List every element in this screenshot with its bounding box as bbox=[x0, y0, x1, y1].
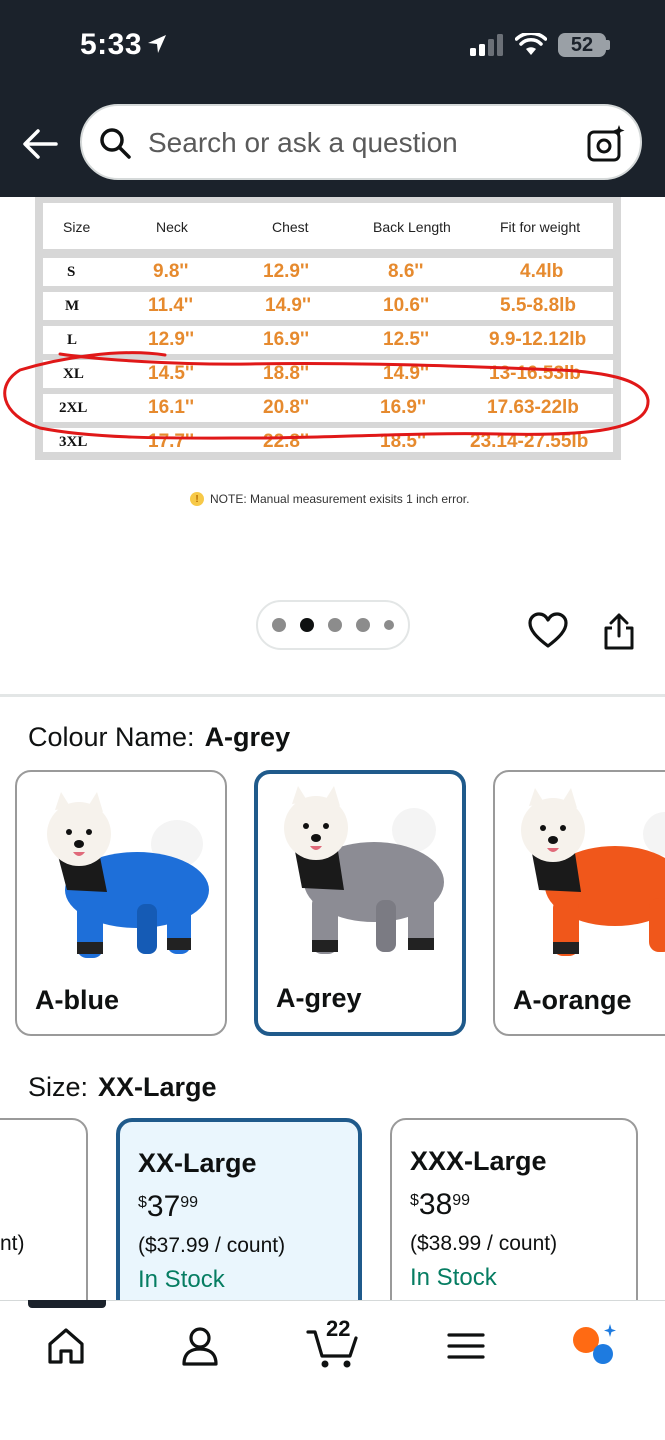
colour-option-grey[interactable]: A-grey bbox=[254, 770, 466, 1036]
size-option-price: $3799 bbox=[138, 1190, 198, 1224]
carousel-dot[interactable] bbox=[384, 620, 394, 630]
size-selector-label: Size: XX-Large bbox=[28, 1072, 217, 1103]
colour-selected-value: A-grey bbox=[204, 722, 291, 752]
colour-option-blue[interactable]: A-blue bbox=[15, 770, 227, 1036]
heart-icon[interactable] bbox=[528, 612, 568, 650]
size-option-per-count: nt) bbox=[0, 1232, 25, 1255]
image-carousel-dots[interactable] bbox=[256, 600, 410, 650]
price-currency: $ bbox=[138, 1194, 147, 1211]
price-cents: 99 bbox=[452, 1192, 471, 1209]
warning-icon: ! bbox=[190, 492, 204, 506]
size-chart-note: ! NOTE: Manual measurement exisits 1 inc… bbox=[190, 492, 469, 506]
size-option-stock: In Stock bbox=[138, 1266, 225, 1293]
share-icon[interactable] bbox=[603, 612, 635, 650]
rufus-ai-assistant-icon[interactable] bbox=[570, 1322, 618, 1370]
chart-header-cell: Size bbox=[63, 219, 91, 235]
chart-cell: 14.9'' bbox=[265, 295, 312, 316]
size-option-per-count: ($37.99 / count) bbox=[138, 1234, 286, 1257]
size-label: Size: bbox=[28, 1072, 89, 1102]
home-icon[interactable] bbox=[42, 1322, 90, 1370]
dog-coat-image bbox=[521, 788, 665, 956]
price-dollars: 37 bbox=[146, 1190, 181, 1223]
size-option-xx-large[interactable]: XX-Large $3799 ($37.99 / count) In Stock bbox=[116, 1118, 362, 1318]
chart-cell: S bbox=[67, 264, 76, 280]
search-icon bbox=[100, 128, 131, 159]
size-option-title: XXX-Large bbox=[410, 1146, 547, 1176]
price-currency: $ bbox=[410, 1192, 419, 1209]
carousel-dot[interactable] bbox=[328, 618, 342, 632]
chart-cell: 5.5-8.8lb bbox=[500, 295, 577, 316]
size-option-title: XX-Large bbox=[138, 1148, 257, 1178]
section-divider bbox=[0, 694, 665, 697]
size-option-stock: In Stock bbox=[410, 1264, 497, 1291]
carousel-dot-active[interactable] bbox=[300, 618, 314, 632]
chart-header-cell: Fit for weight bbox=[500, 219, 581, 235]
size-chart-header: Size Neck Chest Back Length Fit for weig… bbox=[43, 203, 613, 249]
chart-cell: 11.4'' bbox=[148, 295, 193, 316]
price-cents: 99 bbox=[180, 1194, 199, 1211]
chart-header-cell: Neck bbox=[156, 219, 188, 235]
size-option-price: $3899 bbox=[410, 1188, 470, 1222]
chart-header-cell: Back Length bbox=[373, 219, 451, 235]
chart-cell: 4.4lb bbox=[520, 261, 564, 282]
size-chart-row: M 11.4'' 14.9'' 10.6'' 5.5-8.8lb bbox=[43, 292, 613, 320]
colour-option-label: A-grey bbox=[276, 983, 362, 1013]
size-selected-value: XX-Large bbox=[98, 1072, 217, 1102]
size-chart-note-text: NOTE: Manual measurement exisits 1 inch … bbox=[210, 492, 470, 506]
battery-tip bbox=[606, 40, 610, 50]
carousel-dot[interactable] bbox=[272, 618, 286, 632]
chart-cell: 10.6'' bbox=[383, 295, 430, 316]
size-chart-row: S 9.8'' 12.9'' 8.6'' 4.4lb bbox=[43, 258, 613, 286]
cart-count-badge: 22 bbox=[326, 1316, 351, 1341]
size-option-partial[interactable]: nt) bbox=[0, 1118, 88, 1318]
price-dollars: 38 bbox=[418, 1188, 453, 1221]
carousel-dot[interactable] bbox=[356, 618, 370, 632]
back-arrow-icon[interactable] bbox=[20, 124, 60, 164]
size-option-xxx-large[interactable]: XXX-Large $3899 ($38.99 / count) In Stoc… bbox=[390, 1118, 638, 1318]
size-option-per-count: ($38.99 / count) bbox=[410, 1232, 558, 1255]
status-time: 5:33 bbox=[80, 28, 143, 61]
colour-option-label: A-orange bbox=[513, 985, 632, 1015]
menu-icon[interactable] bbox=[442, 1322, 490, 1370]
chart-cell: 9.8'' bbox=[153, 261, 189, 282]
account-icon[interactable] bbox=[176, 1322, 224, 1370]
colour-label: Colour Name: bbox=[28, 722, 195, 752]
colour-option-orange[interactable]: A-orange bbox=[493, 770, 665, 1036]
colour-option-label: A-blue bbox=[35, 985, 119, 1015]
search-bar[interactable] bbox=[80, 104, 642, 180]
dog-coat-image bbox=[47, 792, 209, 958]
dog-coat-image bbox=[284, 786, 444, 954]
wifi-icon bbox=[515, 33, 547, 55]
active-tab-indicator bbox=[28, 1300, 106, 1308]
red-annotation-circle bbox=[3, 351, 650, 440]
battery-indicator: 52 bbox=[558, 33, 606, 57]
chart-header-cell: Chest bbox=[272, 219, 309, 235]
location-arrow-icon bbox=[148, 35, 166, 53]
camera-search-icon[interactable] bbox=[586, 124, 626, 164]
search-input[interactable] bbox=[148, 122, 568, 164]
colour-selector-label: Colour Name: A-grey bbox=[28, 722, 290, 753]
signal-icon bbox=[470, 34, 503, 56]
chart-cell: 8.6'' bbox=[388, 261, 424, 282]
chart-cell: 12.9'' bbox=[263, 261, 310, 282]
chart-cell: M bbox=[65, 298, 80, 314]
